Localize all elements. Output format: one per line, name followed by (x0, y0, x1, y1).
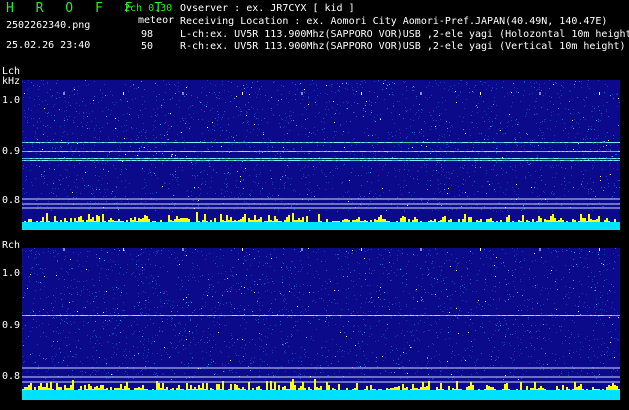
mode-label: 2ch 0.30 (124, 3, 173, 14)
lch-spectrogram (22, 80, 620, 230)
freq-tick: 0.8 (2, 371, 21, 382)
meteor-label: meteor (138, 15, 175, 26)
rch-spectrogram (22, 248, 620, 400)
freq-tick: 0.9 (2, 146, 21, 157)
freq-tick: 1.0 (2, 268, 21, 279)
location-info: Receiving Location : ex. Aomori City Aom… (180, 16, 608, 27)
rch-info: R-ch:ex. UV5R 113.900Mhz(SAPPORO VOR)USB… (180, 41, 626, 52)
rch-label: Rch (2, 240, 21, 251)
datetime: 25.02.26 23:40 (6, 40, 91, 51)
lch-info: L-ch:ex. UV5R 113.900Mhz(SAPPORO VOR)USB… (180, 29, 629, 40)
meteor-count-lch: 98 (141, 29, 154, 40)
freq-tick: 1.0 (2, 95, 21, 106)
observer-info: Ovserver : ex. JR7CYX [ kid ] (180, 3, 355, 14)
lch-unit-label: kHz (2, 76, 21, 87)
meteor-count-rch: 50 (141, 41, 154, 52)
freq-tick: 0.8 (2, 195, 21, 206)
freq-tick: 0.9 (2, 320, 21, 331)
filename: 2502262340.png (6, 20, 91, 31)
